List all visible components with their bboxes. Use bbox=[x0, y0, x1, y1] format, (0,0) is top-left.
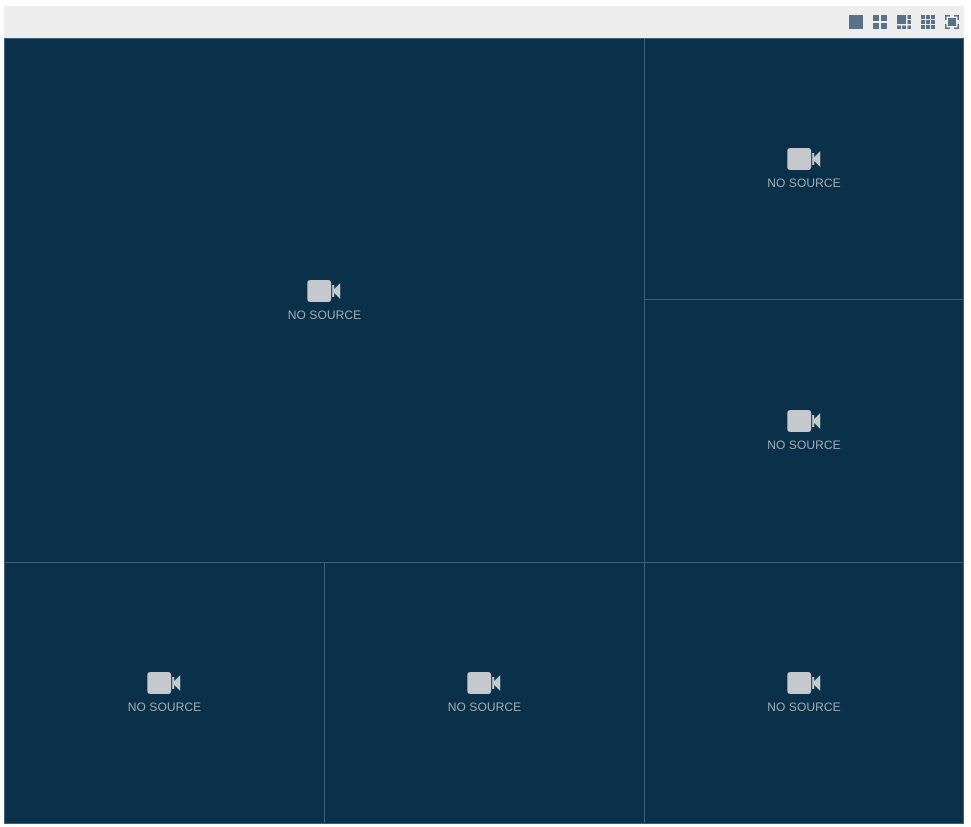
video-camera-icon bbox=[786, 672, 821, 694]
no-source-label: NO SOURCE bbox=[767, 700, 841, 714]
video-cell-4[interactable]: NO SOURCE bbox=[4, 562, 325, 824]
layout-2x2-button[interactable] bbox=[872, 14, 888, 30]
no-source-label: NO SOURCE bbox=[127, 700, 202, 714]
video-grid: NO SOURCE NO SOURCE NO SOURCE NO SOURCE … bbox=[4, 38, 964, 824]
layout-3x3-button[interactable] bbox=[920, 14, 936, 30]
layout-2x2-icon bbox=[873, 15, 887, 29]
layout-1plus5-button[interactable] bbox=[896, 14, 912, 30]
no-source-placeholder: NO SOURCE bbox=[128, 672, 202, 714]
no-source-placeholder: NO SOURCE bbox=[767, 410, 841, 452]
video-cell-6[interactable]: NO SOURCE bbox=[644, 562, 964, 824]
fullscreen-button[interactable] bbox=[944, 14, 960, 30]
no-source-placeholder: NO SOURCE bbox=[767, 148, 841, 190]
video-camera-icon bbox=[786, 148, 821, 170]
video-camera-icon bbox=[467, 672, 501, 694]
no-source-label: NO SOURCE bbox=[767, 438, 841, 452]
video-cell-5[interactable]: NO SOURCE bbox=[324, 562, 645, 824]
video-camera-icon bbox=[786, 410, 821, 432]
no-source-placeholder: NO SOURCE bbox=[287, 279, 362, 322]
layout-1plus5-icon bbox=[897, 15, 911, 29]
layout-single-icon bbox=[849, 15, 863, 29]
no-source-label: NO SOURCE bbox=[447, 700, 522, 714]
no-source-label: NO SOURCE bbox=[767, 176, 841, 190]
fullscreen-icon bbox=[945, 15, 959, 29]
layout-single-button[interactable] bbox=[848, 14, 864, 30]
no-source-placeholder: NO SOURCE bbox=[448, 672, 522, 714]
video-cell-3[interactable]: NO SOURCE bbox=[644, 299, 964, 563]
video-camera-icon bbox=[307, 279, 341, 302]
video-camera-icon bbox=[147, 672, 181, 694]
no-source-placeholder: NO SOURCE bbox=[767, 672, 841, 714]
no-source-label: NO SOURCE bbox=[287, 307, 362, 322]
layout-3x3-icon bbox=[921, 15, 935, 29]
video-cell-2[interactable]: NO SOURCE bbox=[644, 38, 964, 300]
video-cell-1[interactable]: NO SOURCE bbox=[4, 38, 645, 563]
layout-toolbar bbox=[4, 6, 964, 38]
